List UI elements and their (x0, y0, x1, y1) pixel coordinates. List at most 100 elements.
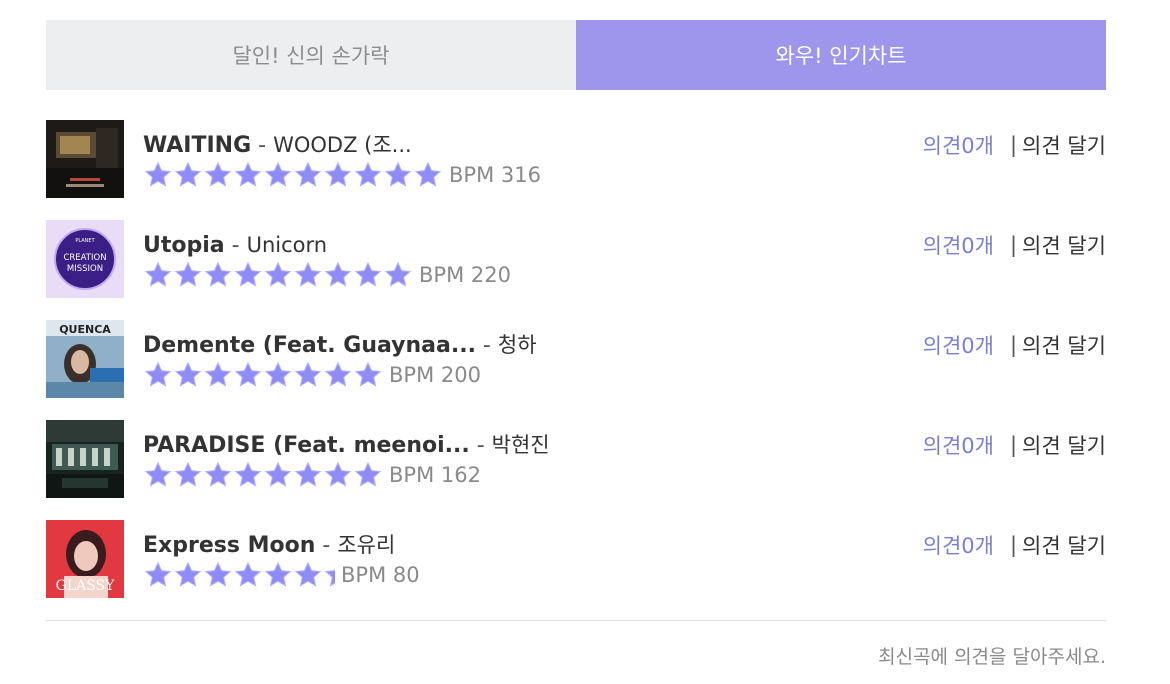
list-item[interactable]: PARADISE (Feat. meenoi... - 박현진 BPM 162 … (46, 420, 1106, 498)
star-icon (234, 161, 262, 187)
album-art-paradise[interactable] (46, 420, 124, 498)
song-artist: 조유리 (337, 533, 396, 557)
add-comment-link[interactable]: 의견 달기 (1022, 330, 1106, 360)
star-icon (174, 561, 202, 587)
star-icon (294, 161, 322, 187)
star-icon (354, 161, 382, 187)
title-separator: - (469, 433, 492, 458)
album-art-express-moon[interactable]: GLASSY (46, 520, 124, 598)
star-icon (264, 361, 292, 387)
comment-count-link[interactable]: 의견0개 (923, 530, 994, 560)
star-icon (264, 561, 292, 587)
star-icon (174, 261, 202, 287)
star-icon (354, 461, 382, 487)
star-icon (144, 561, 172, 587)
star-icon (264, 161, 292, 187)
song-artist: WOODZ (조... (273, 133, 412, 157)
add-comment-link[interactable]: 의견 달기 (1022, 130, 1106, 160)
album-art-demente[interactable]: QUENCA (46, 320, 124, 398)
star-icon (294, 561, 322, 587)
divider: | (1009, 333, 1018, 357)
tab-popular-chart[interactable]: 와우! 인기차트 (576, 20, 1106, 90)
difficulty-stars (143, 160, 443, 190)
comment-area: 의견0개 | 의견 달기 (923, 530, 1106, 560)
bpm-label: BPM 200 (389, 363, 481, 387)
divider: | (1009, 233, 1018, 257)
star-icon (144, 261, 172, 287)
song-list: WAITING - WOODZ (조... BPM 316 의견0개 | 의견 … (46, 120, 1106, 598)
list-item[interactable]: GLASSY Express Moon - 조유리 BPM 80 의견0개 | … (46, 520, 1106, 598)
star-icon (204, 561, 232, 587)
footer-divider (46, 620, 1106, 621)
title-separator: - (475, 333, 498, 358)
song-artist: 박현진 (491, 433, 550, 457)
song-info: PARADISE (Feat. meenoi... - 박현진 BPM 162 (143, 430, 550, 491)
song-title[interactable]: Express Moon (143, 533, 315, 558)
star-icon (234, 461, 262, 487)
star-icon (414, 161, 442, 187)
difficulty-stars (143, 360, 383, 390)
song-title[interactable]: Utopia (143, 233, 225, 258)
song-info: Express Moon - 조유리 BPM 80 (143, 530, 420, 591)
song-info: Utopia - Unicorn BPM 220 (143, 230, 511, 291)
star-icon (204, 461, 232, 487)
difficulty-stars (143, 260, 413, 290)
song-title[interactable]: Demente (Feat. Guaynaa... (143, 333, 476, 358)
star-icon (324, 568, 335, 587)
star-icon (384, 161, 412, 187)
bpm-label: BPM 220 (419, 263, 511, 287)
list-item[interactable]: WAITING - WOODZ (조... BPM 316 의견0개 | 의견 … (46, 120, 1106, 198)
tab-bar: 달인! 신의 손가락 와우! 인기차트 (46, 20, 1106, 90)
star-icon (174, 361, 202, 387)
bpm-label: BPM 80 (341, 563, 420, 587)
comment-count-link[interactable]: 의견0개 (923, 430, 994, 460)
album-art-utopia[interactable]: PLANET CREATION MISSION (46, 220, 124, 298)
star-icon (294, 461, 322, 487)
svg-text:CREATION: CREATION (63, 253, 106, 263)
star-icon (264, 461, 292, 487)
chart-panel: 달인! 신의 손가락 와우! 인기차트 WAITING - WOODZ (조..… (46, 20, 1106, 668)
divider: | (1009, 133, 1018, 157)
add-comment-link[interactable]: 의견 달기 (1022, 230, 1106, 260)
star-icon (264, 261, 292, 287)
album-art-waiting[interactable] (46, 120, 124, 198)
list-item[interactable]: PLANET CREATION MISSION Utopia - Unicorn… (46, 220, 1106, 298)
song-title[interactable]: PARADISE (Feat. meenoi... (143, 433, 470, 458)
star-icon (324, 361, 352, 387)
star-icon (324, 461, 352, 487)
star-icon (354, 361, 382, 387)
comment-count-link[interactable]: 의견0개 (923, 130, 994, 160)
star-icon (144, 361, 172, 387)
bpm-label: BPM 316 (449, 163, 541, 187)
song-info: WAITING - WOODZ (조... BPM 316 (143, 130, 541, 191)
song-artist: Unicorn (246, 233, 328, 257)
list-item[interactable]: QUENCA Demente (Feat. Guaynaa... - 청하 BP… (46, 320, 1106, 398)
star-icon (234, 561, 262, 587)
song-title[interactable]: WAITING (143, 133, 251, 158)
divider: | (1009, 533, 1018, 557)
footer-prompt: 최신곡에 의견을 달아주세요. (878, 646, 1106, 668)
star-icon (324, 261, 352, 287)
title-separator: - (315, 533, 338, 558)
star-icon (294, 261, 322, 287)
song-info: Demente (Feat. Guaynaa... - 청하 BPM 200 (143, 330, 537, 391)
star-icon (354, 261, 382, 287)
svg-text:QUENCA: QUENCA (59, 323, 111, 336)
add-comment-link[interactable]: 의견 달기 (1022, 530, 1106, 560)
difficulty-stars (143, 460, 383, 490)
song-artist: 청하 (497, 333, 537, 357)
svg-text:GLASSY: GLASSY (56, 578, 116, 594)
star-icon (144, 161, 172, 187)
star-icon (294, 361, 322, 387)
star-icon (234, 261, 262, 287)
star-icon (324, 161, 352, 187)
tab-divine-fingers[interactable]: 달인! 신의 손가락 (46, 20, 576, 90)
title-separator: - (251, 133, 274, 158)
comment-count-link[interactable]: 의견0개 (923, 230, 994, 260)
comment-area: 의견0개 | 의견 달기 (923, 130, 1106, 160)
comment-count-link[interactable]: 의견0개 (923, 330, 994, 360)
add-comment-link[interactable]: 의견 달기 (1022, 430, 1106, 460)
svg-text:PLANET: PLANET (75, 238, 95, 244)
title-separator: - (224, 233, 247, 258)
svg-text:MISSION: MISSION (67, 264, 103, 274)
